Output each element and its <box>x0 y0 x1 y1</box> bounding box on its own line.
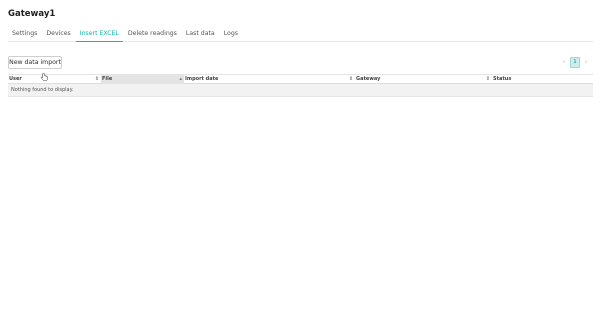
imports-table: User ⇕ File ▴ Import date ⇕ Gateway ⇕ St… <box>8 74 593 97</box>
column-header-label: User <box>9 76 22 82</box>
pagination-page-current[interactable]: 1 <box>570 57 580 68</box>
sort-ascending-icon: ▴ <box>179 76 182 82</box>
column-header-gateway[interactable]: Gateway ⇕ <box>355 75 492 84</box>
chevron-right-icon[interactable]: › <box>581 57 591 68</box>
column-header-label: File <box>102 76 113 82</box>
sort-icon: ⇕ <box>348 76 353 82</box>
pagination: ‹ 1 › <box>559 57 591 68</box>
column-header-import-date[interactable]: Import date ⇕ <box>184 75 355 84</box>
column-header-label: Gateway <box>356 76 381 82</box>
tab-devices[interactable]: Devices <box>42 27 74 42</box>
tab-settings[interactable]: Settings <box>8 27 41 42</box>
hand-cursor-icon <box>40 73 48 81</box>
tab-delete-readings[interactable]: Delete readings <box>124 27 181 42</box>
column-header-label: Import date <box>185 76 219 82</box>
page: Gateway1 Settings Devices Insert EXCEL D… <box>0 0 600 312</box>
column-header-file[interactable]: File ▴ <box>101 75 184 84</box>
chevron-left-icon[interactable]: ‹ <box>559 57 569 68</box>
column-header-label: Status <box>493 76 512 82</box>
column-header-user[interactable]: User ⇕ <box>8 75 101 84</box>
column-header-status: Status <box>492 75 593 84</box>
table-header-row: User ⇕ File ▴ Import date ⇕ Gateway ⇕ St… <box>8 74 593 84</box>
tab-logs[interactable]: Logs <box>220 27 242 42</box>
tab-bar: Settings Devices Insert EXCEL Delete rea… <box>8 27 593 42</box>
sort-icon: ⇕ <box>485 76 490 82</box>
tab-last-data[interactable]: Last data <box>182 27 219 42</box>
page-title: Gateway1 <box>8 9 56 19</box>
empty-table-message: Nothing found to display. <box>8 84 593 97</box>
new-data-import-button[interactable]: New data import <box>8 56 62 69</box>
tab-insert-excel[interactable]: Insert EXCEL <box>75 27 123 42</box>
sort-icon: ⇕ <box>94 76 99 82</box>
